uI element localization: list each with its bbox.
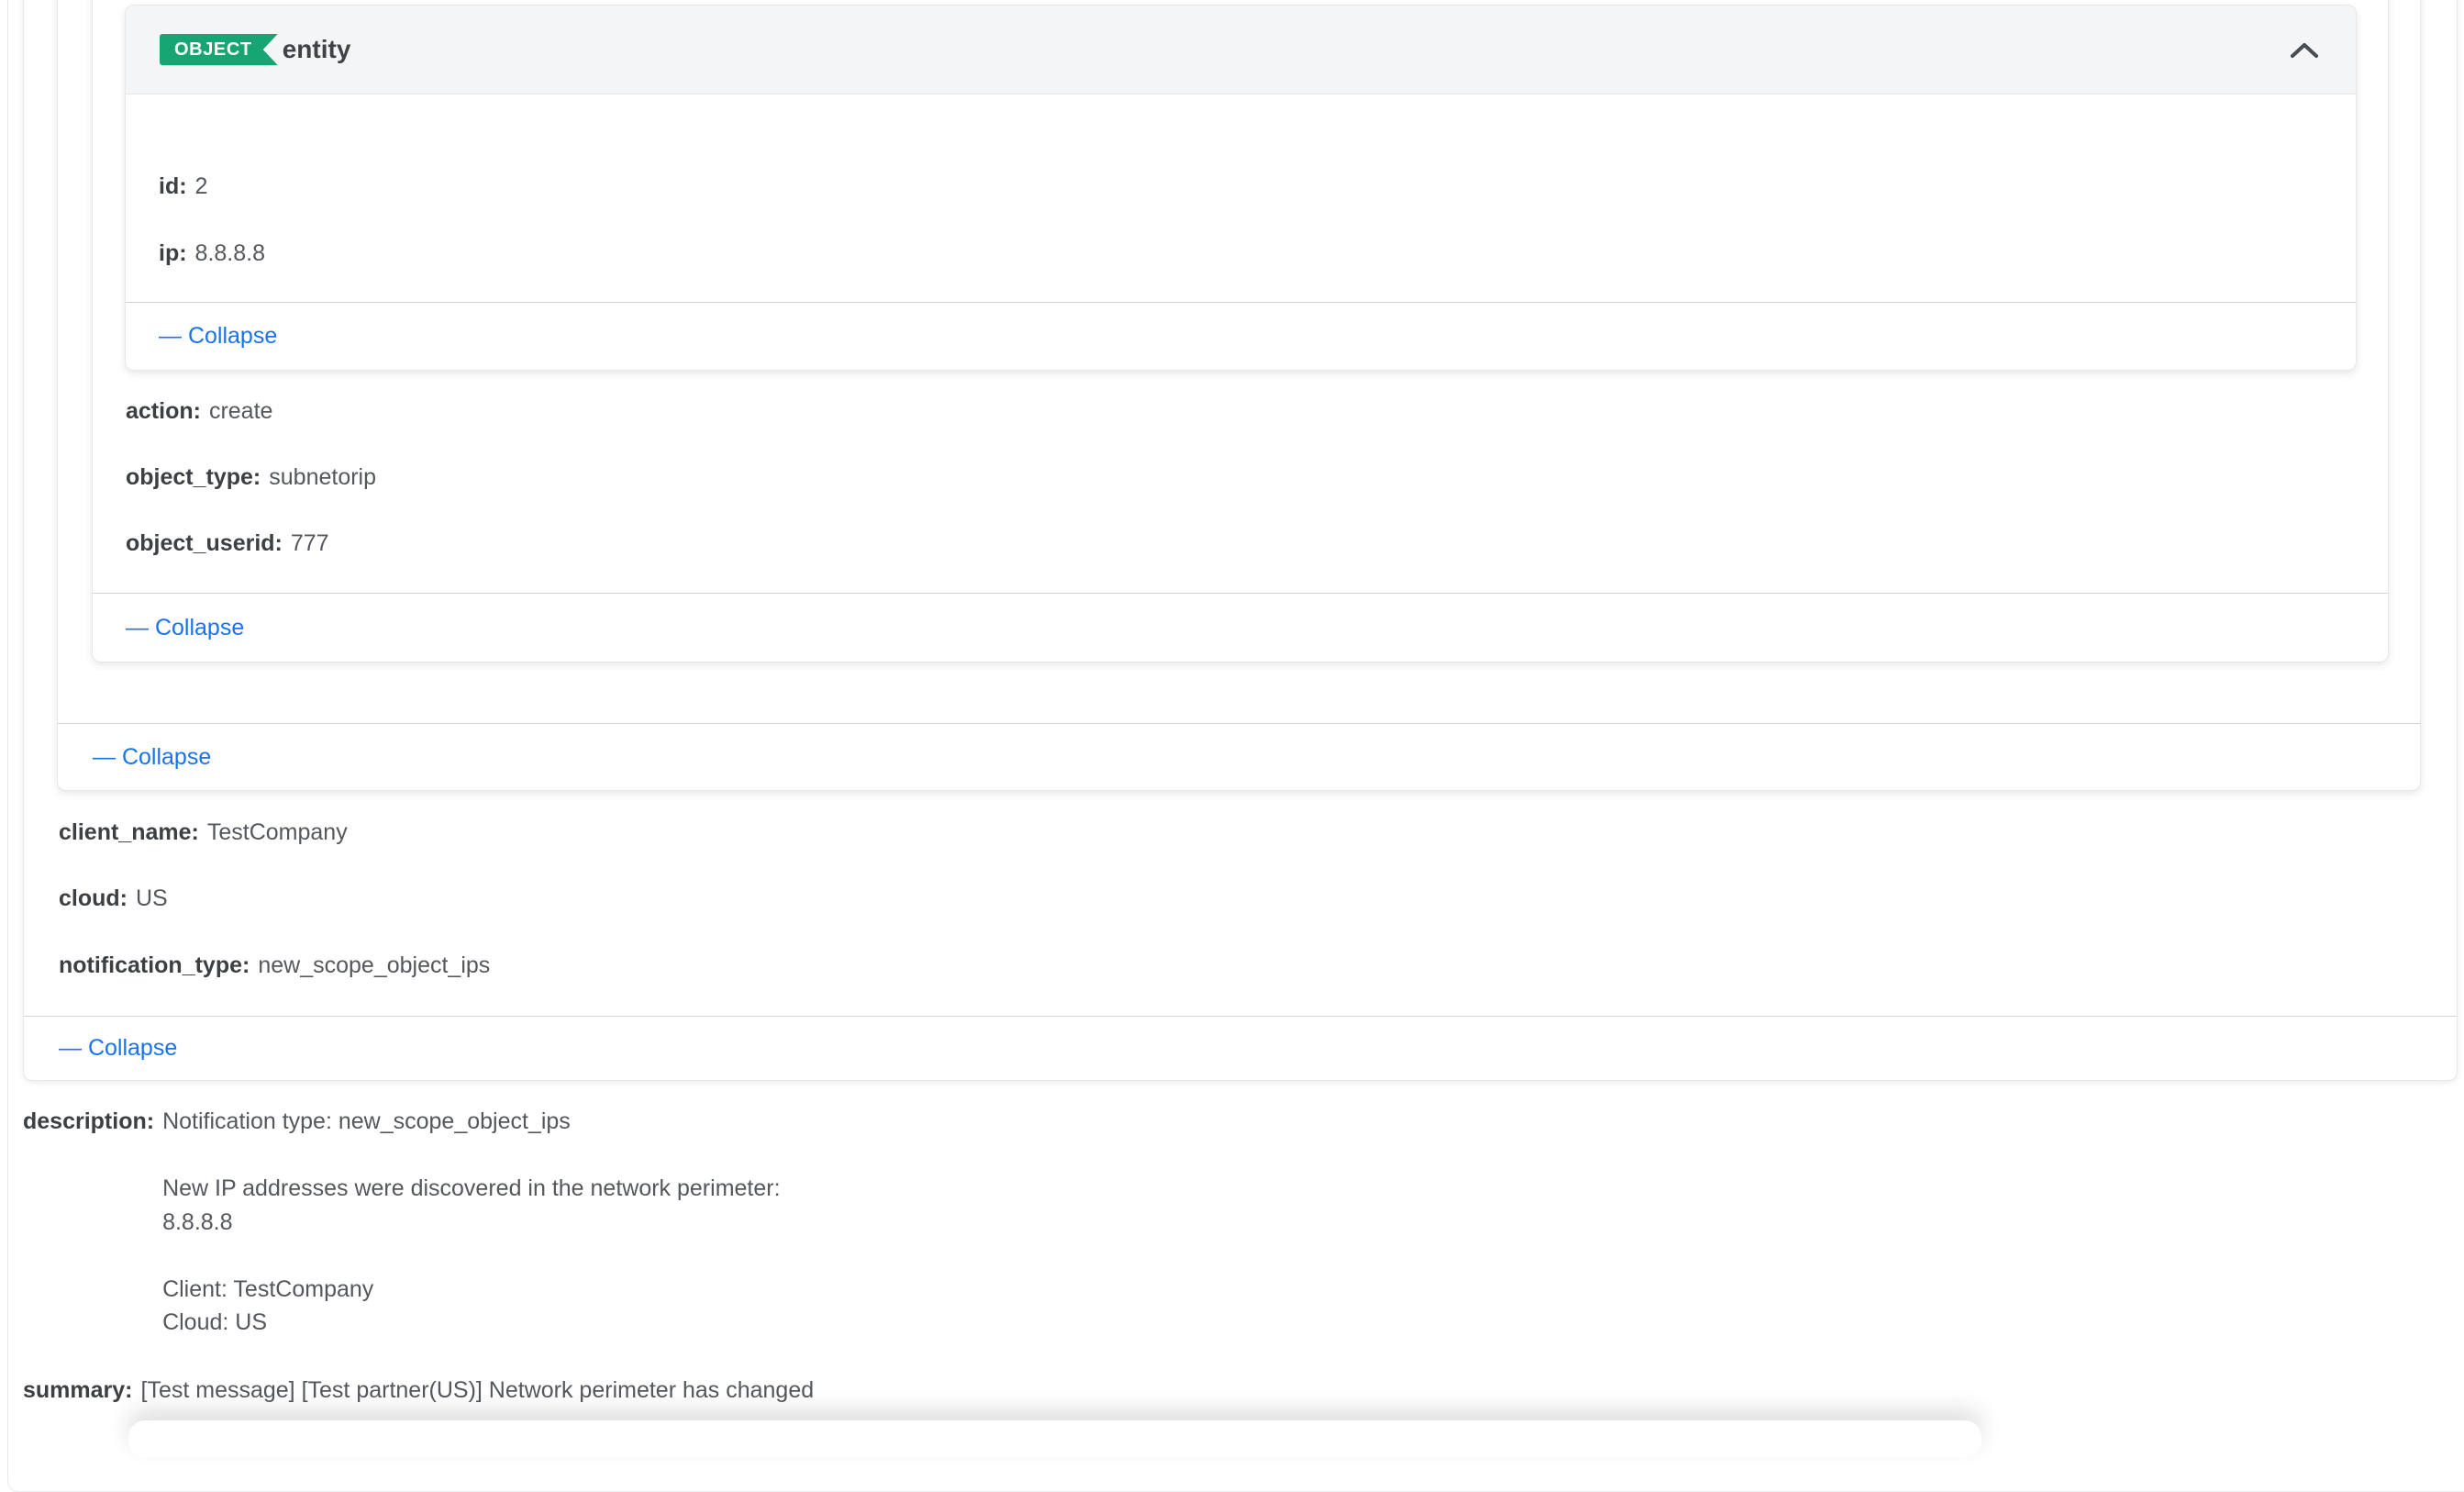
field-value: new_scope_object_ips [258, 952, 490, 978]
field-row: cloud: US [59, 882, 168, 916]
collapse-chevron-button[interactable] [2284, 30, 2325, 71]
field-row: notification_type: new_scope_object_ips [59, 949, 490, 983]
details-panel: OBJECT entity id: 2 ip: 8.8.8.8 [7, 0, 2464, 1492]
summary-value: [Test message] [Test partner(US)] Networ… [141, 1374, 815, 1408]
field-label: object_userid: [126, 530, 283, 556]
description-value: Notification type: new_scope_object_ips … [162, 1105, 780, 1340]
field-row: id: 2 [159, 170, 207, 204]
entity-card-footer: — Collapse [126, 302, 2356, 370]
field-value: 2 [195, 173, 208, 199]
field-value: US [136, 885, 168, 911]
field-value: TestCompany [207, 819, 348, 845]
field-label: ip: [159, 240, 187, 266]
wrapper-card: OBJECT entity id: 2 ip: 8.8.8.8 [57, 0, 2421, 791]
entity-card-header: OBJECT entity [126, 6, 2356, 95]
field-value: create [209, 398, 272, 424]
object-card: OBJECT entity id: 2 ip: 8.8.8.8 [92, 0, 2389, 662]
notification-card: OBJECT entity id: 2 ip: 8.8.8.8 [23, 0, 2458, 1081]
collapse-link[interactable]: — Collapse [93, 740, 211, 774]
wrapper-card-footer: — Collapse [58, 723, 2420, 790]
field-value: subnetorip [269, 464, 376, 490]
collapse-link[interactable]: — Collapse [59, 1031, 177, 1065]
field-label: object_type: [126, 464, 261, 490]
chevron-up-icon [2289, 41, 2320, 60]
field-value: 777 [291, 530, 329, 556]
field-row: client_name: TestCompany [59, 816, 348, 850]
collapse-link[interactable]: — Collapse [159, 319, 277, 353]
field-row: object_type: subnetorip [126, 461, 376, 495]
object-card-footer: — Collapse [93, 593, 2388, 662]
field-label: id: [159, 173, 187, 199]
next-card-shadow [128, 1420, 1981, 1457]
collapse-link[interactable]: — Collapse [126, 611, 244, 645]
description-row: description: Notification type: new_scop… [23, 1105, 781, 1340]
field-label: cloud: [59, 885, 128, 911]
field-label: notification_type: [59, 952, 250, 978]
field-label: action: [126, 398, 201, 424]
field-row: ip: 8.8.8.8 [159, 237, 265, 271]
entity-object-card: OBJECT entity id: 2 ip: 8.8.8.8 [125, 5, 2357, 371]
object-type-badge: OBJECT [160, 34, 278, 65]
summary-label: summary: [23, 1374, 133, 1408]
entity-title: entity [283, 35, 351, 64]
field-row: action: create [126, 395, 272, 429]
description-label: description: [23, 1105, 154, 1139]
field-label: client_name: [59, 819, 199, 845]
field-row: object_userid: 777 [126, 527, 329, 561]
summary-row: summary: [Test message] [Test partner(US… [23, 1374, 814, 1408]
field-value: 8.8.8.8 [195, 240, 265, 266]
notification-card-footer: — Collapse [24, 1016, 2457, 1080]
